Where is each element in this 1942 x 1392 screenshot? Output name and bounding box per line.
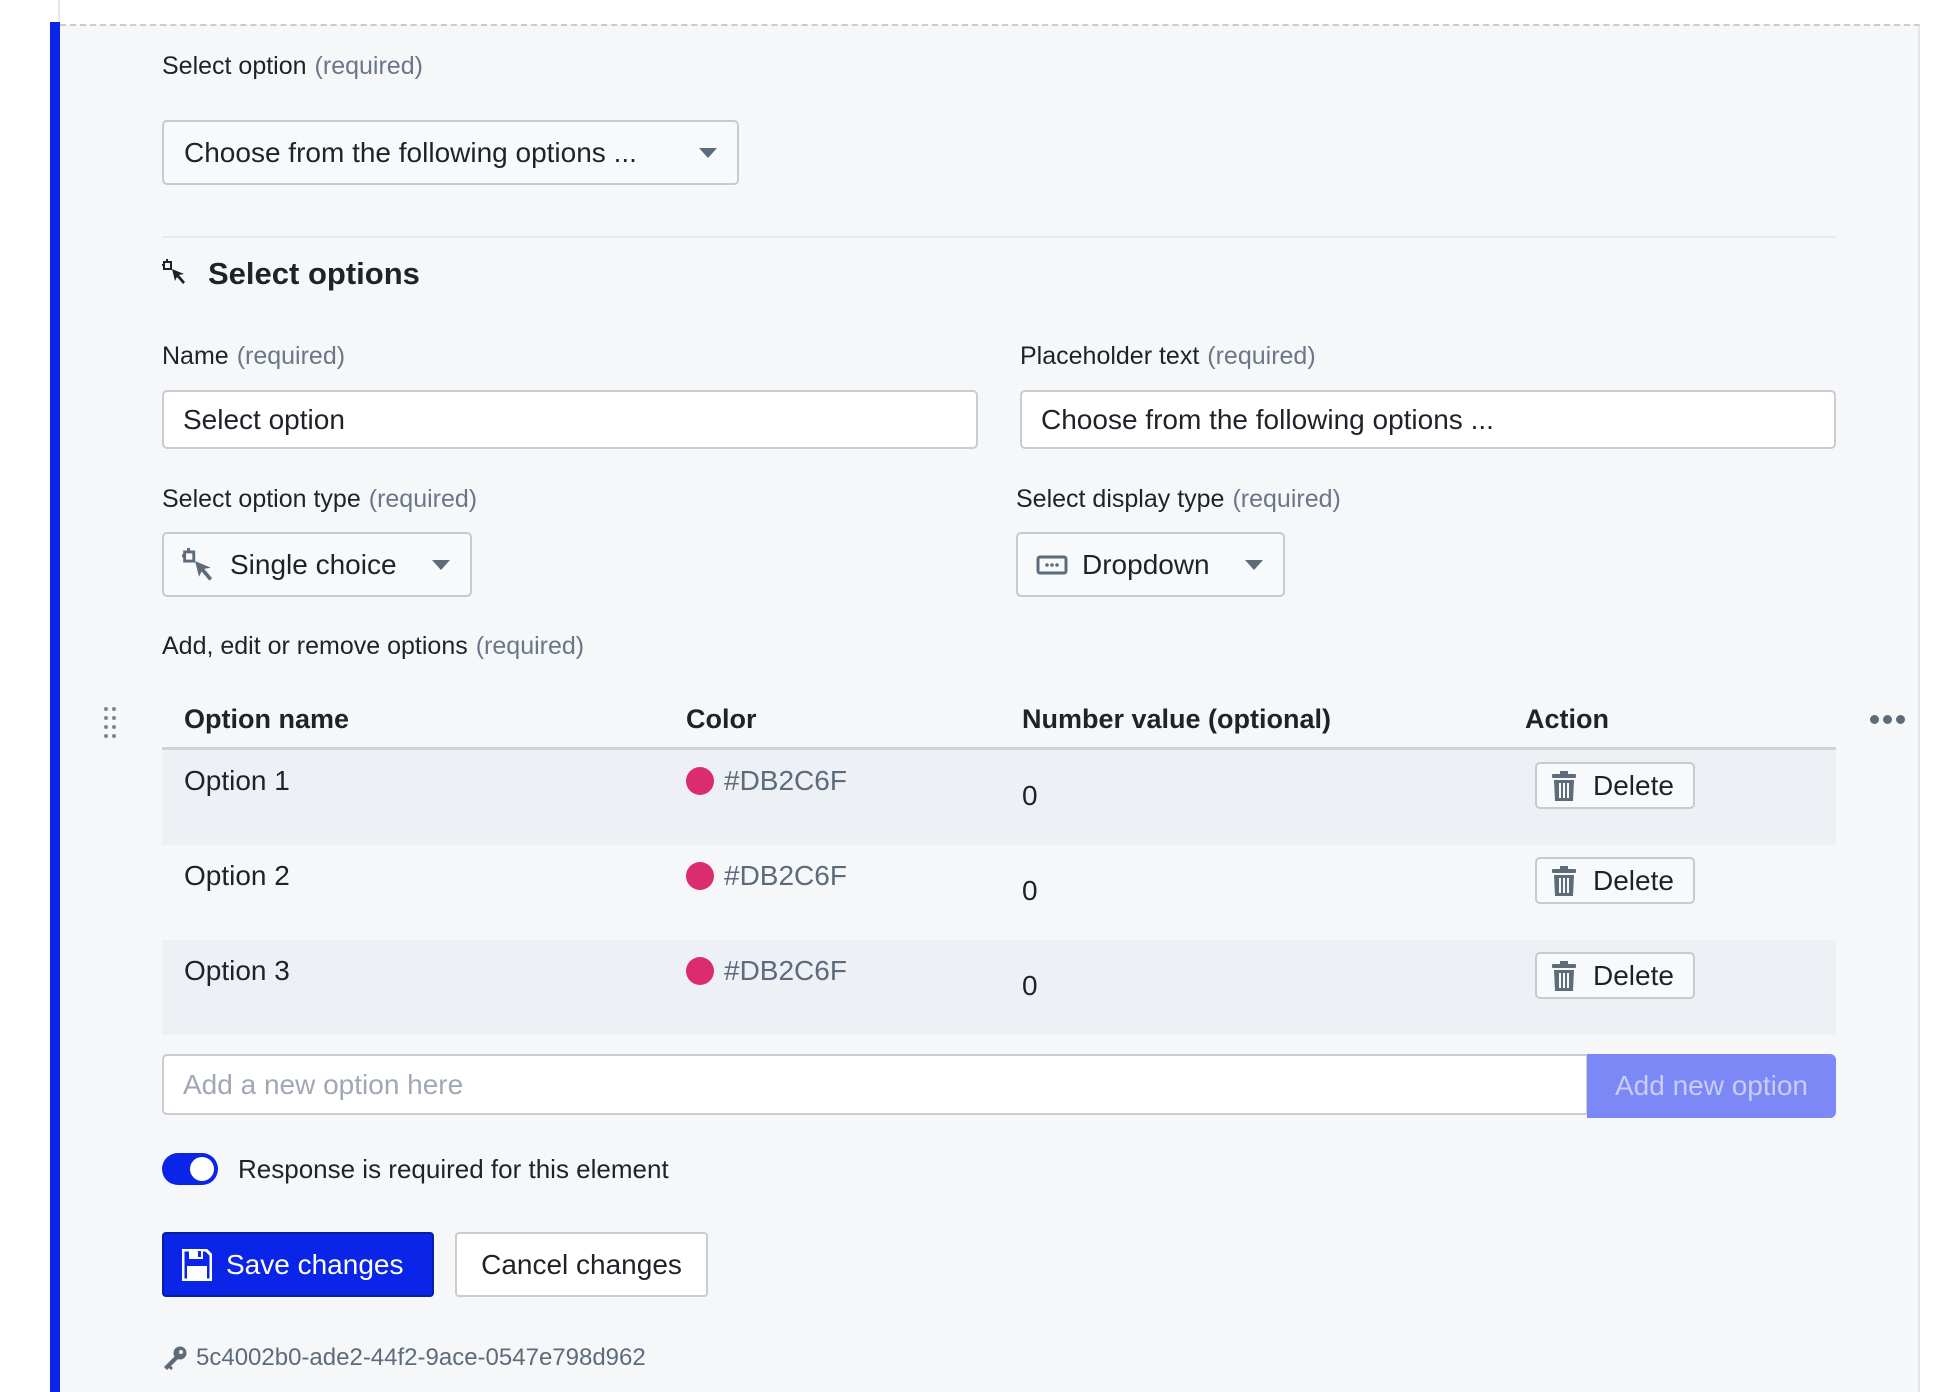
- add-new-option-label: Add new option: [1614, 1070, 1809, 1101]
- display-type-label: Select display type (required): [1016, 485, 1341, 514]
- required-tag: (required): [1207, 342, 1316, 370]
- required-tag: (required): [314, 52, 423, 80]
- column-header-number-value: Number value (optional): [1022, 704, 1332, 734]
- drag-handle-icon[interactable]: [103, 706, 117, 743]
- options-table-header: Option name Color Number value (optional…: [162, 690, 1836, 750]
- color-swatch[interactable]: [686, 862, 714, 890]
- delete-label: Delete: [1593, 864, 1674, 896]
- chevron-down-icon: [1245, 559, 1263, 570]
- options-editor-label-text: Add, edit or remove options: [162, 632, 468, 660]
- option-color-cell[interactable]: #DB2C6F: [686, 955, 847, 987]
- select-field-label-text: Select option: [162, 52, 307, 80]
- table-row: Option 3 #DB2C6F 0 Delete: [162, 940, 1836, 1035]
- section-heading: Select options: [162, 256, 420, 292]
- required-tag: (required): [236, 342, 346, 370]
- display-type-value: Dropdown: [1082, 548, 1210, 580]
- color-hex-text: #DB2C6F: [724, 955, 847, 986]
- required-tag: (required): [368, 485, 478, 513]
- option-type-value: Single choice: [230, 548, 397, 580]
- color-swatch[interactable]: [686, 767, 714, 795]
- display-type-label-text: Select display type: [1016, 485, 1225, 513]
- delete-label: Delete: [1593, 769, 1674, 801]
- active-element-indicator: [50, 22, 60, 1392]
- toggle-knob: [190, 1157, 214, 1181]
- key-icon: [164, 1346, 187, 1370]
- trash-icon: [1552, 770, 1576, 801]
- option-number-cell[interactable]: 0: [1022, 970, 1038, 1002]
- placeholder-input-value: Choose from the following options ...: [1041, 403, 1494, 435]
- required-tag: (required): [1232, 485, 1341, 513]
- required-toggle[interactable]: [162, 1153, 218, 1185]
- required-toggle-label: Response is required for this element: [238, 1154, 669, 1184]
- option-type-label-text: Select option type: [162, 485, 361, 513]
- option-type-dropdown[interactable]: Single choice: [162, 532, 472, 597]
- save-changes-label: Save changes: [226, 1248, 404, 1280]
- select-field-label: Select option (required): [162, 52, 423, 81]
- cursor-select-icon: [162, 258, 188, 290]
- placeholder-field-label: Placeholder text (required): [1020, 342, 1316, 371]
- trash-icon: [1552, 865, 1576, 896]
- new-option-input[interactable]: Add a new option here: [162, 1054, 1588, 1115]
- save-changes-button[interactable]: Save changes: [162, 1232, 434, 1297]
- required-tag: (required): [475, 632, 585, 660]
- top-divider-line: [58, 0, 60, 24]
- option-number-cell[interactable]: 0: [1022, 875, 1038, 907]
- cancel-changes-label: Cancel changes: [481, 1248, 682, 1280]
- display-type-dropdown[interactable]: Dropdown: [1016, 532, 1285, 597]
- trash-icon: [1552, 960, 1576, 991]
- delete-label: Delete: [1593, 959, 1674, 991]
- cancel-changes-button[interactable]: Cancel changes: [455, 1232, 708, 1297]
- placeholder-text-input[interactable]: Choose from the following options ...: [1020, 390, 1836, 449]
- column-header-action: Action: [1525, 704, 1609, 734]
- element-id-text: 5c4002b0-ade2-44f2-9ace-0547e798d962: [196, 1344, 646, 1371]
- table-row: Option 2 #DB2C6F 0 Delete: [162, 845, 1836, 940]
- save-icon: [182, 1248, 212, 1281]
- options-editor-label: Add, edit or remove options (required): [162, 632, 584, 661]
- section-divider: [162, 236, 1836, 238]
- select-placeholder-text: Choose from the following options ...: [184, 136, 637, 168]
- element-id: 5c4002b0-ade2-44f2-9ace-0547e798d962: [162, 1344, 646, 1372]
- new-option-placeholder: Add a new option here: [183, 1068, 464, 1100]
- option-name-cell[interactable]: Option 3: [184, 955, 290, 987]
- column-header-color: Color: [686, 704, 757, 734]
- name-label-text: Name: [162, 342, 229, 370]
- delete-option-button[interactable]: Delete: [1535, 952, 1695, 999]
- option-color-cell[interactable]: #DB2C6F: [686, 860, 847, 892]
- option-color-cell[interactable]: #DB2C6F: [686, 765, 847, 797]
- delete-option-button[interactable]: Delete: [1535, 762, 1695, 809]
- delete-option-button[interactable]: Delete: [1535, 857, 1695, 904]
- section-title: Select options: [208, 256, 420, 291]
- color-hex-text: #DB2C6F: [724, 860, 847, 891]
- option-name-cell[interactable]: Option 2: [184, 860, 290, 892]
- column-header-option-name: Option name: [184, 704, 350, 734]
- name-input-value: Select option: [183, 403, 345, 435]
- more-options-icon[interactable]: [1870, 715, 1905, 724]
- add-new-option-button[interactable]: Add new option: [1587, 1054, 1836, 1118]
- option-number-cell[interactable]: 0: [1022, 780, 1038, 812]
- name-input[interactable]: Select option: [162, 390, 978, 449]
- option-type-label: Select option type (required): [162, 485, 477, 514]
- chevron-down-icon: [432, 559, 450, 570]
- select-option-preview-dropdown[interactable]: Choose from the following options ...: [162, 120, 739, 185]
- options-table: Option name Color Number value (optional…: [162, 690, 1836, 1035]
- cursor-select-icon: [182, 547, 216, 582]
- dropdown-box-icon: [1036, 554, 1068, 576]
- name-field-label: Name (required): [162, 342, 345, 371]
- placeholder-label-text: Placeholder text: [1020, 342, 1200, 370]
- color-swatch[interactable]: [686, 957, 714, 985]
- option-name-cell[interactable]: Option 1: [184, 765, 290, 797]
- color-hex-text: #DB2C6F: [724, 765, 847, 796]
- chevron-down-icon: [699, 147, 717, 158]
- table-row: Option 1 #DB2C6F 0 Delete: [162, 750, 1836, 845]
